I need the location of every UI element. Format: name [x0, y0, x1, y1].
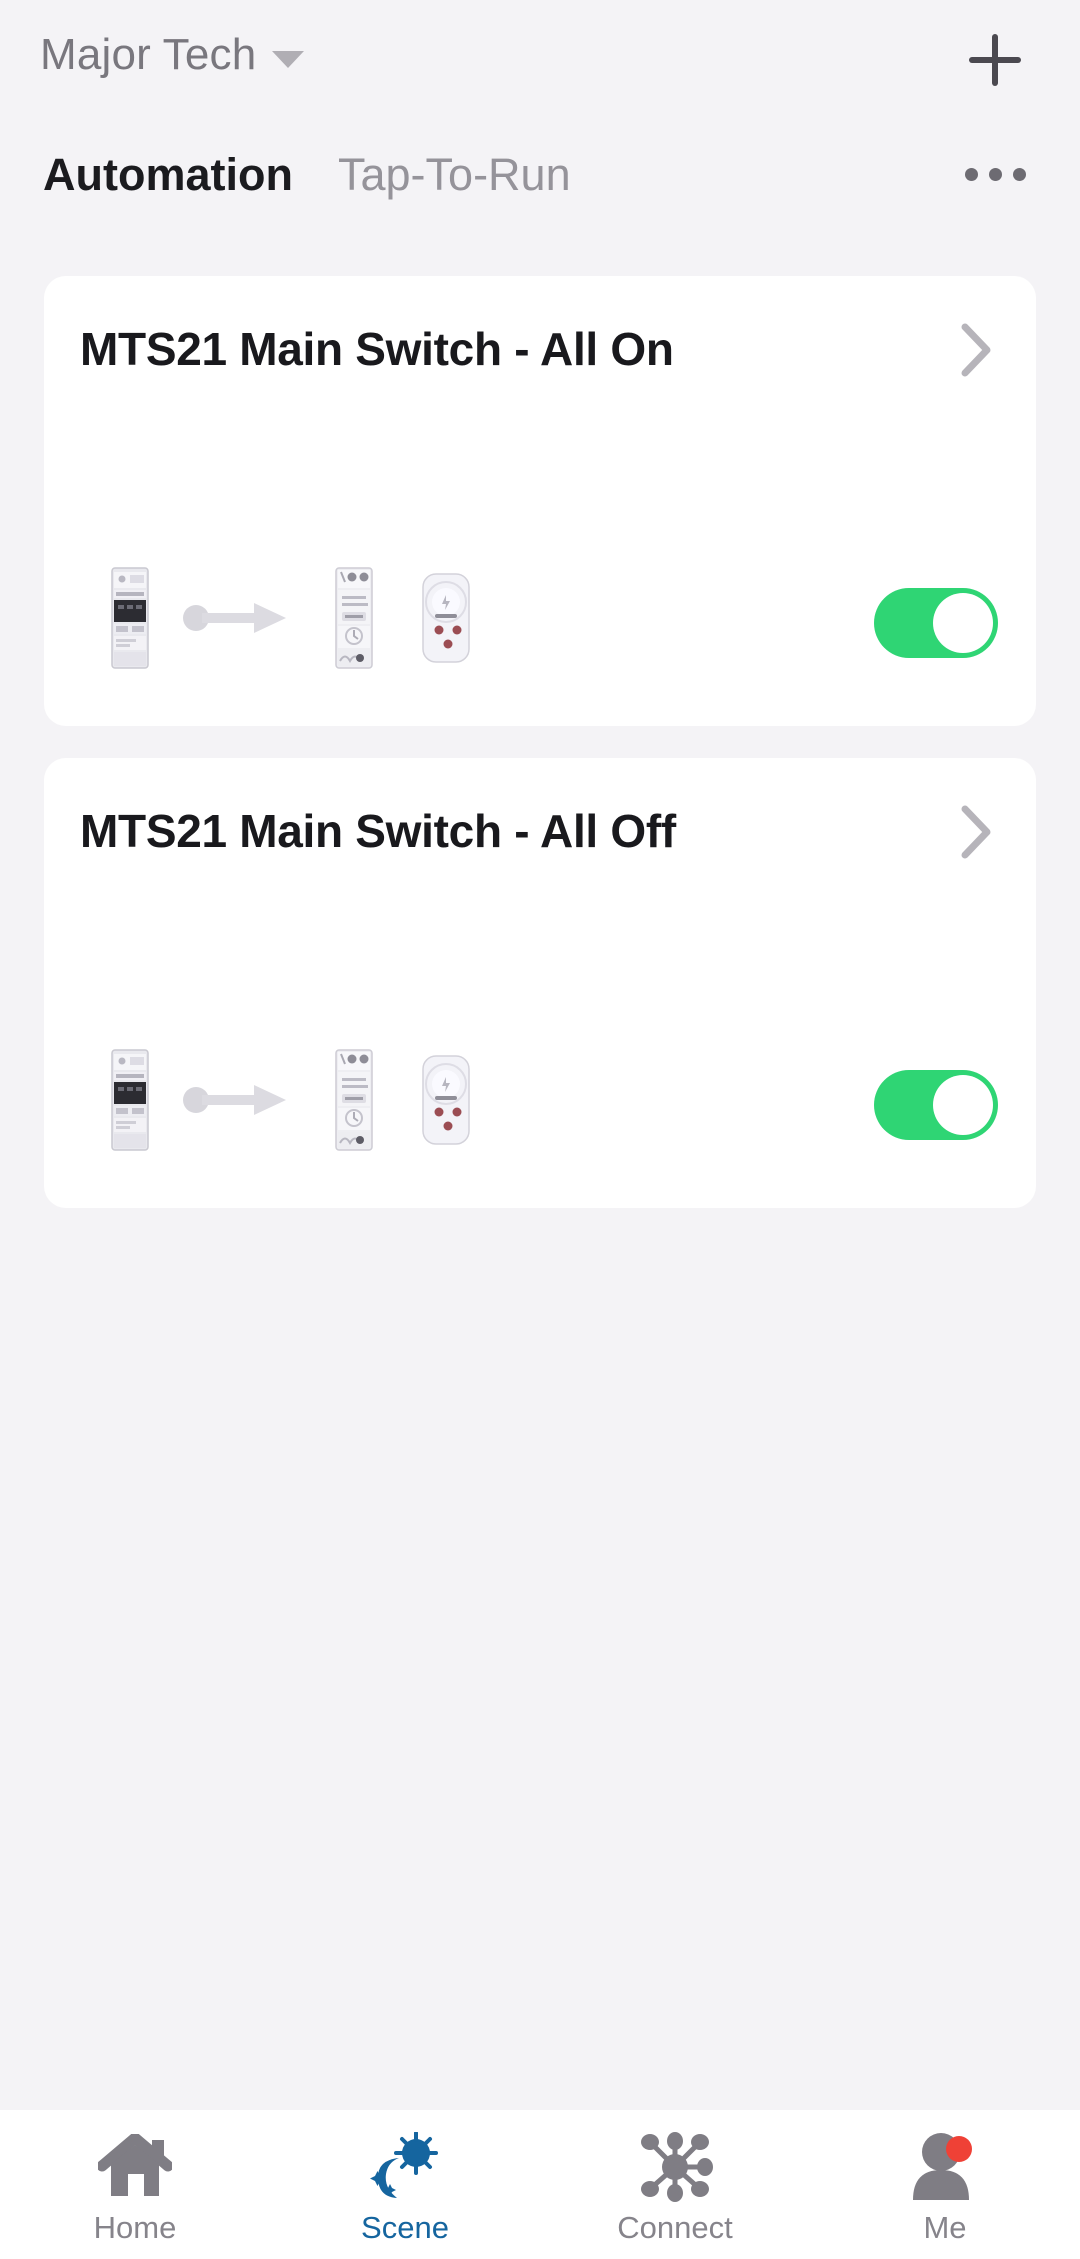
sun-moon-scene-icon	[366, 2128, 444, 2206]
add-automation-button[interactable]	[940, 20, 1050, 100]
din-rail-energy-meter-icon	[84, 563, 176, 673]
more-horizontal-icon	[964, 167, 978, 181]
nav-item-scene[interactable]: Scene	[270, 2110, 540, 2259]
top-bar: Major Tech	[0, 0, 1080, 118]
automation-title: MTS21 Main Switch - All On	[80, 323, 674, 375]
device-thumbnail-row	[84, 1040, 492, 1160]
more-horizontal-icon	[988, 167, 1002, 181]
nav-item-connect[interactable]: Connect	[540, 2110, 810, 2259]
automation-detail-button[interactable]	[946, 802, 1006, 862]
automation-card[interactable]: MTS21 Main Switch - All On	[44, 276, 1036, 726]
automation-toggle[interactable]	[874, 1070, 998, 1140]
automation-card[interactable]: MTS21 Main Switch - All Off	[44, 758, 1036, 1208]
network-hub-icon	[637, 2128, 713, 2206]
tab-automation[interactable]: Automation	[43, 140, 293, 210]
bottom-navigation: Home Scene Connect Me	[0, 2110, 1080, 2259]
more-horizontal-icon	[1012, 167, 1026, 181]
nav-item-home[interactable]: Home	[0, 2110, 270, 2259]
nav-item-me[interactable]: Me	[810, 2110, 1080, 2259]
chevron-right-icon	[961, 805, 991, 859]
automation-toggle[interactable]	[874, 588, 998, 658]
nav-label-home: Home	[93, 2209, 177, 2245]
nav-label-scene: Scene	[361, 2209, 449, 2245]
device-thumbnail-row	[84, 558, 492, 678]
tab-bar: Automation Tap-To-Run	[0, 140, 1080, 236]
home-selector[interactable]: Major Tech	[40, 26, 305, 84]
din-rail-energy-meter-icon	[84, 1045, 176, 1155]
arrow-right-connector-icon	[182, 1080, 302, 1120]
nav-label-connect: Connect	[617, 2209, 733, 2245]
arrow-right-connector-icon	[182, 598, 302, 638]
smart-plug-icon	[400, 563, 492, 673]
automation-detail-button[interactable]	[946, 320, 1006, 380]
automation-screen: Major Tech Automation Tap-To-Run MTS21 M…	[0, 0, 1080, 2259]
automation-title: MTS21 Main Switch - All Off	[80, 805, 676, 857]
din-rail-smart-module-icon	[308, 1045, 400, 1155]
overflow-menu-button[interactable]	[940, 134, 1050, 214]
house-icon	[98, 2128, 172, 2206]
notification-badge-dot	[946, 2135, 972, 2162]
smart-plug-icon	[400, 1045, 492, 1155]
nav-label-me: Me	[923, 2209, 967, 2245]
tab-tap-to-run[interactable]: Tap-To-Run	[338, 140, 571, 210]
home-name-label: Major Tech	[40, 30, 257, 79]
chevron-down-icon	[272, 50, 305, 68]
toggle-knob	[933, 1075, 993, 1135]
person-icon	[907, 2128, 983, 2206]
chevron-right-icon	[961, 323, 991, 377]
din-rail-smart-module-icon	[308, 563, 400, 673]
toggle-knob	[933, 593, 993, 653]
plus-icon	[969, 34, 1021, 86]
